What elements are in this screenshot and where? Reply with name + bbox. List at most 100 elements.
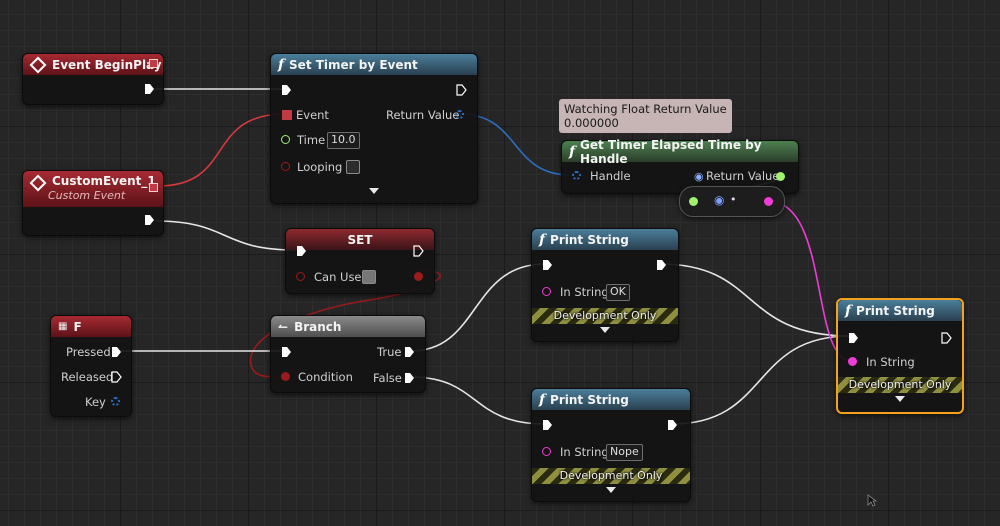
can-use-bool-in-pin[interactable]: [296, 272, 305, 281]
exec-out-pin[interactable]: [941, 332, 952, 344]
exec-out-pin[interactable]: [456, 84, 467, 96]
get-elapsed-header: f Get Timer Elapsed Time by Handle: [562, 138, 798, 166]
branch-node[interactable]: ↼ Branch True Condition False: [270, 315, 426, 393]
exec-in-pin[interactable]: [542, 259, 553, 271]
exec-out-pin[interactable]: [667, 419, 678, 431]
released-exec-pin[interactable]: [111, 371, 122, 383]
return-value-label: Return Value: [706, 169, 780, 183]
in-string-label: In String: [560, 445, 609, 459]
exec-in-pin[interactable]: [296, 245, 307, 257]
function-icon: f: [539, 391, 546, 408]
conversion-icon: ◉: [714, 193, 725, 207]
set-header: SET: [286, 229, 434, 250]
handle-pin-label: Handle: [590, 169, 631, 183]
expand-arrow-icon[interactable]: [895, 396, 905, 402]
exec-in-pin[interactable]: [542, 419, 553, 431]
time-float-pin[interactable]: [281, 135, 290, 144]
can-use-checkbox[interactable]: [362, 270, 376, 284]
time-value-field[interactable]: 10.0: [327, 132, 360, 149]
expand-arrow-icon[interactable]: [606, 487, 616, 493]
exec-wire-printnope-printmain: [671, 335, 851, 425]
looping-pin-label: Looping: [297, 160, 343, 174]
event-icon: [29, 56, 47, 73]
exec-out-pin[interactable]: [144, 214, 155, 226]
print-nope-header: f Print String: [532, 389, 690, 410]
delegate-wire-customevent-settimer: [157, 113, 286, 187]
print-string-main-node[interactable]: f Print String In String Development Onl…: [836, 298, 964, 414]
event-beginplay-node[interactable]: Event BeginPlay: [22, 53, 164, 105]
pressed-exec-pin[interactable]: [111, 346, 122, 358]
f-key-header: ▦ F: [51, 316, 131, 337]
key-struct-pin[interactable]: [111, 397, 120, 406]
exec-out-pin[interactable]: [413, 245, 424, 257]
exec-in-pin[interactable]: [848, 332, 859, 344]
can-use-label: Can Use: [314, 270, 362, 284]
custom-event-node[interactable]: CustomEvent_1 Custom Event: [22, 170, 164, 236]
expand-arrow-icon[interactable]: [600, 327, 610, 333]
expand-arrow-icon[interactable]: [369, 188, 379, 194]
float-to-string-conversion-node[interactable]: ◉ •: [679, 186, 785, 217]
in-string-value-field[interactable]: Nope: [606, 444, 643, 461]
exec-in-pin[interactable]: [281, 346, 292, 358]
f-key-title: F: [73, 319, 82, 334]
print-main-header: f Print String: [838, 300, 962, 321]
false-label: False: [373, 371, 402, 385]
conversion-string-out-pin[interactable]: [764, 197, 773, 206]
function-icon: f: [278, 56, 285, 73]
development-only-banner: Development Only: [838, 377, 962, 393]
event-icon: [29, 174, 47, 192]
condition-label: Condition: [298, 370, 353, 384]
set-can-use-node[interactable]: SET Can Use: [285, 228, 435, 294]
print-ok-header: f Print String: [532, 229, 678, 250]
function-icon: f: [845, 302, 852, 319]
set-timer-header: f Set Timer by Event: [271, 54, 477, 75]
conversion-dot-icon: •: [730, 193, 737, 206]
delegate-pin-icon[interactable]: [149, 59, 158, 68]
true-label: True: [377, 345, 402, 359]
set-timer-title: Set Timer by Event: [289, 57, 418, 72]
in-string-pin[interactable]: [542, 287, 551, 296]
print-main-title: Print String: [856, 303, 935, 318]
conversion-float-in-pin[interactable]: [689, 197, 698, 206]
event-delegate-pin[interactable]: [282, 110, 292, 120]
time-pin-label: Time: [297, 133, 326, 147]
watch-tooltip-title: Watching Float Return Value: [564, 102, 727, 116]
return-value-float-pin[interactable]: [776, 172, 785, 181]
return-value-handle-pin[interactable]: [455, 110, 464, 119]
handle-struct-pin[interactable]: [572, 171, 581, 180]
released-label: Released: [61, 370, 114, 384]
print-ok-title: Print String: [550, 232, 629, 247]
event-beginplay-header: Event BeginPlay: [23, 54, 163, 75]
in-string-pin[interactable]: [542, 447, 551, 456]
keyboard-icon: ▦: [58, 321, 68, 332]
development-only-banner: Development Only: [532, 308, 678, 324]
exec-out-pin[interactable]: [656, 259, 667, 271]
watch-value-tooltip: Watching Float Return Value 0.000000: [559, 99, 732, 133]
f-key-event-node[interactable]: ▦ F Pressed Released Key: [50, 315, 132, 417]
false-exec-pin[interactable]: [404, 372, 415, 384]
in-string-pin[interactable]: [848, 357, 857, 366]
true-exec-pin[interactable]: [404, 346, 415, 358]
in-string-label: In String: [866, 355, 915, 369]
event-beginplay-title: Event BeginPlay: [52, 57, 162, 72]
custom-event-subtitle: Custom Event: [48, 189, 126, 202]
set-timer-node[interactable]: f Set Timer by Event Event Return Value …: [270, 53, 478, 204]
development-only-banner: Development Only: [532, 468, 690, 484]
looping-bool-pin[interactable]: [281, 162, 290, 171]
return-value-label: Return Value: [386, 108, 460, 122]
delegate-out-pin[interactable]: [149, 183, 158, 192]
branch-title: Branch: [294, 319, 342, 334]
print-string-nope-node[interactable]: f Print String In String Nope Developmen…: [531, 388, 691, 502]
looping-checkbox[interactable]: [346, 160, 360, 174]
exec-out-pin[interactable]: [144, 83, 155, 95]
exec-wire-branch-false-printnope: [410, 376, 546, 425]
condition-bool-pin[interactable]: [281, 372, 290, 381]
watch-eye-icon: ◉: [694, 170, 704, 183]
mouse-cursor-icon: [867, 494, 877, 507]
print-string-ok-node[interactable]: f Print String In String OK Development …: [531, 228, 679, 342]
can-use-bool-out-pin[interactable]: [414, 272, 423, 281]
in-string-value-field[interactable]: OK: [606, 284, 630, 301]
get-elapsed-title: Get Timer Elapsed Time by Handle: [580, 137, 762, 166]
exec-wire-customevent-set: [154, 220, 296, 251]
exec-in-pin[interactable]: [281, 84, 292, 96]
